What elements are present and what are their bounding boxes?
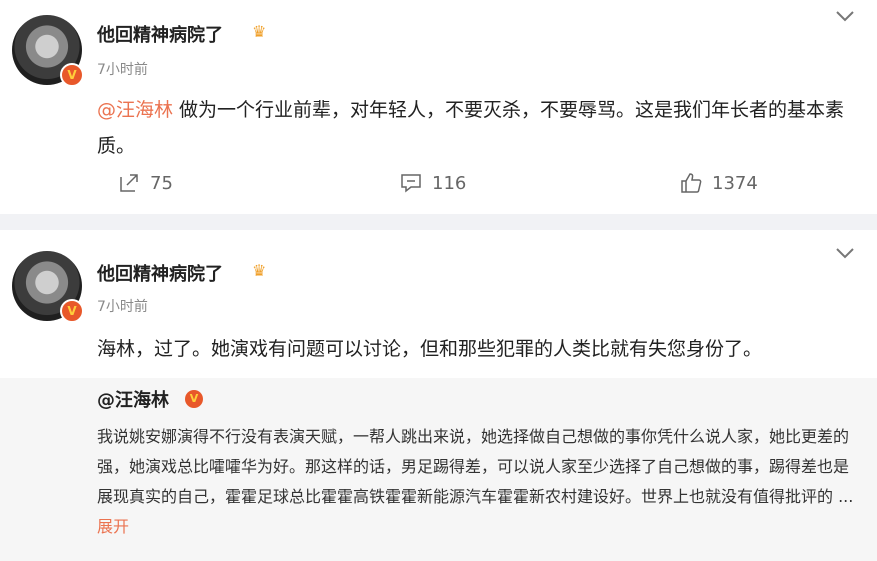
verified-badge-icon: V bbox=[60, 299, 84, 323]
chevron-down-icon[interactable] bbox=[835, 6, 855, 27]
crown-icon: ♛ bbox=[252, 261, 267, 280]
like-button[interactable]: 1374 bbox=[680, 172, 758, 194]
chevron-down-icon[interactable] bbox=[835, 243, 855, 264]
expand-link[interactable]: 展开 bbox=[97, 517, 129, 536]
repost-count: 75 bbox=[150, 172, 173, 194]
repost-button[interactable]: 75 bbox=[118, 172, 173, 194]
verified-badge-icon: V bbox=[185, 390, 203, 408]
like-count: 1374 bbox=[712, 172, 758, 194]
quoted-post[interactable]: @汪海林 V 我说姚安娜演得不行没有表演天赋，一帮人跳出来说，她选择做自己想做的… bbox=[0, 378, 877, 561]
timestamp[interactable]: 7小时前 bbox=[97, 59, 148, 79]
avatar[interactable]: V bbox=[12, 251, 84, 323]
quote-body: 我说姚安娜演得不行没有表演天赋，一帮人跳出来说，她选择做自己想做的事你凭什么说人… bbox=[97, 427, 850, 506]
comment-count: 116 bbox=[432, 172, 467, 194]
post-body: 做为一个行业前辈，对年轻人，不要灭杀，不要辱骂。这是我们年长者的基本素质。 bbox=[97, 99, 845, 157]
repost-icon bbox=[120, 174, 138, 192]
post-text: @汪海林 做为一个行业前辈，对年轻人，不要灭杀，不要辱骂。这是我们年长者的基本素… bbox=[97, 92, 857, 164]
username[interactable]: 他回精神病院了 bbox=[97, 21, 223, 47]
username[interactable]: 他回精神病院了 bbox=[97, 260, 223, 286]
comment-button[interactable]: 116 bbox=[400, 172, 466, 194]
like-icon bbox=[681, 173, 702, 193]
verified-badge-icon: V bbox=[60, 63, 84, 87]
avatar[interactable]: V bbox=[12, 15, 84, 87]
action-bar: 75 116 1374 bbox=[0, 172, 877, 202]
comment-icon bbox=[401, 174, 421, 193]
mention-link[interactable]: @汪海林 bbox=[97, 99, 173, 121]
post-text: 海林，过了。她演戏有问题可以讨论，但和那些犯罪的人类比就有失您身份了。 bbox=[97, 338, 763, 360]
quote-author[interactable]: @汪海林 bbox=[97, 386, 169, 412]
quote-text: 我说姚安娜演得不行没有表演天赋，一帮人跳出来说，她选择做自己想做的事你凭什么说人… bbox=[97, 422, 857, 542]
post-card: V 他回精神病院了 ♛ 7小时前 海林，过了。她演戏有问题可以讨论，但和那些犯罪… bbox=[0, 230, 877, 561]
ellipsis: ... bbox=[838, 487, 854, 506]
post-card: V 他回精神病院了 ♛ 7小时前 @汪海林 做为一个行业前辈，对年轻人，不要灭杀… bbox=[0, 0, 877, 214]
crown-icon: ♛ bbox=[252, 22, 267, 41]
timestamp[interactable]: 7小时前 bbox=[97, 296, 148, 316]
